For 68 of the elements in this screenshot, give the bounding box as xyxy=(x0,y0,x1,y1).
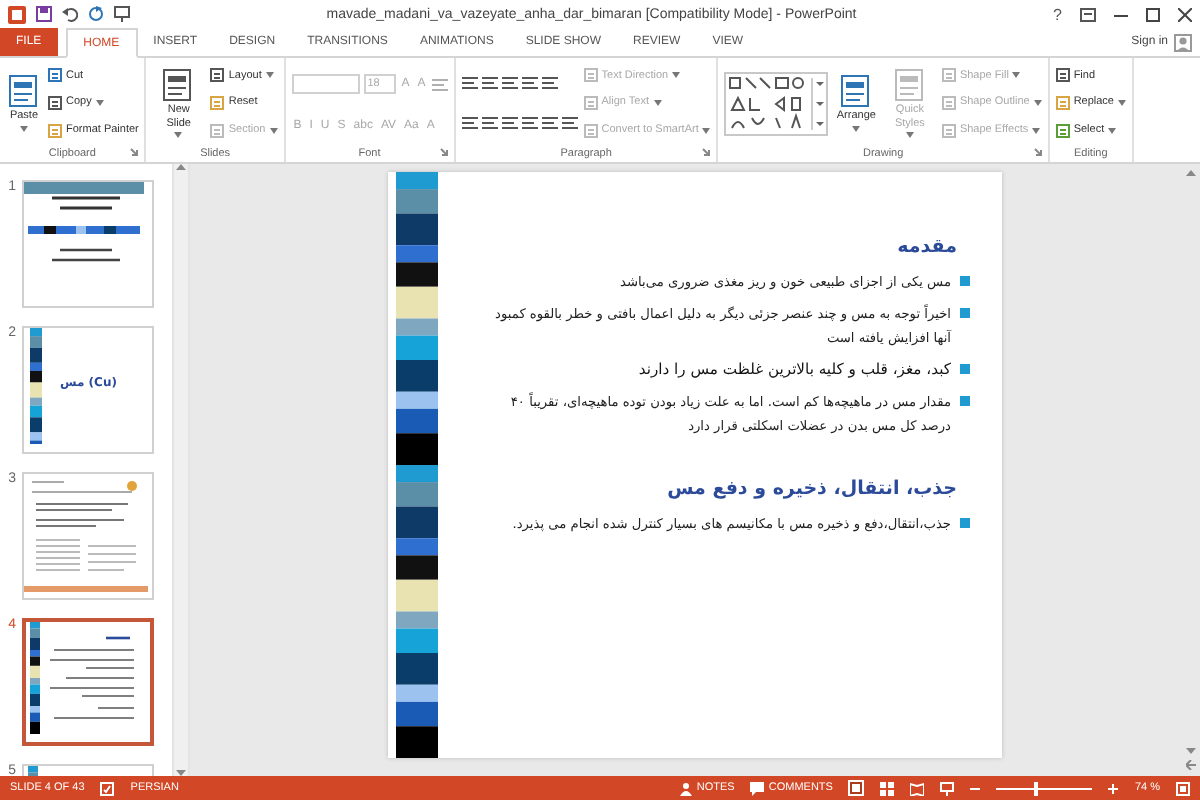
undo-icon[interactable] xyxy=(62,6,78,22)
zoom-slider-thumb[interactable] xyxy=(1033,781,1038,795)
lines-icon[interactable] xyxy=(481,116,498,131)
launcher-icon[interactable] xyxy=(702,148,711,156)
stripe-drawing xyxy=(30,328,42,444)
maximize-icon[interactable] xyxy=(1146,7,1160,21)
launcher-icon[interactable] xyxy=(439,148,448,156)
document-icon xyxy=(583,95,598,110)
lines-icon[interactable] xyxy=(541,116,558,131)
lines-icon[interactable] xyxy=(461,75,478,90)
document-icon xyxy=(1055,68,1070,83)
document-icon xyxy=(1055,95,1070,110)
document-icon xyxy=(48,95,62,110)
lines-icon[interactable] xyxy=(541,75,558,90)
previous-slide-icon[interactable] xyxy=(1186,760,1196,770)
ribbon-display-icon[interactable] xyxy=(1080,7,1096,21)
launcher-icon[interactable] xyxy=(130,148,139,156)
page-icon xyxy=(8,74,40,109)
document-icon xyxy=(583,68,598,83)
document-icon xyxy=(210,123,225,138)
bullet-icon xyxy=(959,276,969,286)
zoom-in-icon[interactable] xyxy=(1108,783,1119,793)
document-icon xyxy=(210,95,225,110)
lines-icon[interactable] xyxy=(501,116,518,131)
save-icon[interactable] xyxy=(36,6,52,22)
close-icon[interactable] xyxy=(1178,7,1192,21)
presentation-icon[interactable] xyxy=(940,781,955,795)
document-icon xyxy=(210,68,225,83)
slide-heading: مقدمه xyxy=(895,236,957,258)
lines-icon[interactable] xyxy=(481,75,498,90)
slideshow-icon[interactable] xyxy=(114,6,130,22)
lines-icon[interactable] xyxy=(501,75,518,90)
document-icon xyxy=(48,123,62,138)
person-icon xyxy=(680,781,693,795)
avatar-icon xyxy=(1174,33,1192,51)
zoom-out-icon[interactable] xyxy=(970,783,981,793)
shapes-gallery[interactable] xyxy=(726,73,827,133)
lines-icon[interactable] xyxy=(561,116,578,131)
app-icon[interactable] xyxy=(8,5,26,23)
document-icon xyxy=(48,68,62,83)
page-icon xyxy=(840,74,873,109)
slide-thumbnail[interactable] xyxy=(22,618,154,746)
spellcheck-icon[interactable] xyxy=(100,781,115,795)
comment-icon xyxy=(750,781,765,795)
document-icon xyxy=(941,95,956,110)
grid-view-icon[interactable] xyxy=(880,781,895,795)
book-icon[interactable] xyxy=(910,781,925,795)
launcher-icon[interactable] xyxy=(1033,148,1042,156)
lines-icon[interactable] xyxy=(521,75,538,90)
fit-slide-icon[interactable] xyxy=(1176,781,1190,795)
scroll-up-icon[interactable] xyxy=(1186,170,1196,176)
document-icon xyxy=(941,68,956,83)
help-button[interactable]: ? xyxy=(1053,5,1062,23)
scroll-down-icon[interactable] xyxy=(1186,748,1196,754)
lines-icon[interactable] xyxy=(461,116,478,131)
bullet-icon xyxy=(959,396,969,406)
document-icon xyxy=(1055,123,1070,138)
document-icon xyxy=(583,123,598,138)
bullet-icon xyxy=(959,518,969,528)
page-icon xyxy=(162,68,195,103)
bullet-icon xyxy=(959,364,969,374)
page-icon xyxy=(893,68,926,103)
redo-icon[interactable] xyxy=(88,6,104,22)
lines-icon[interactable] xyxy=(521,116,538,131)
document-icon xyxy=(941,123,956,138)
normal-view-icon[interactable] xyxy=(848,780,865,796)
bullet-icon xyxy=(959,308,969,318)
slide-heading: جذب، انتقال، ذخیره و دفع مس xyxy=(665,478,957,500)
